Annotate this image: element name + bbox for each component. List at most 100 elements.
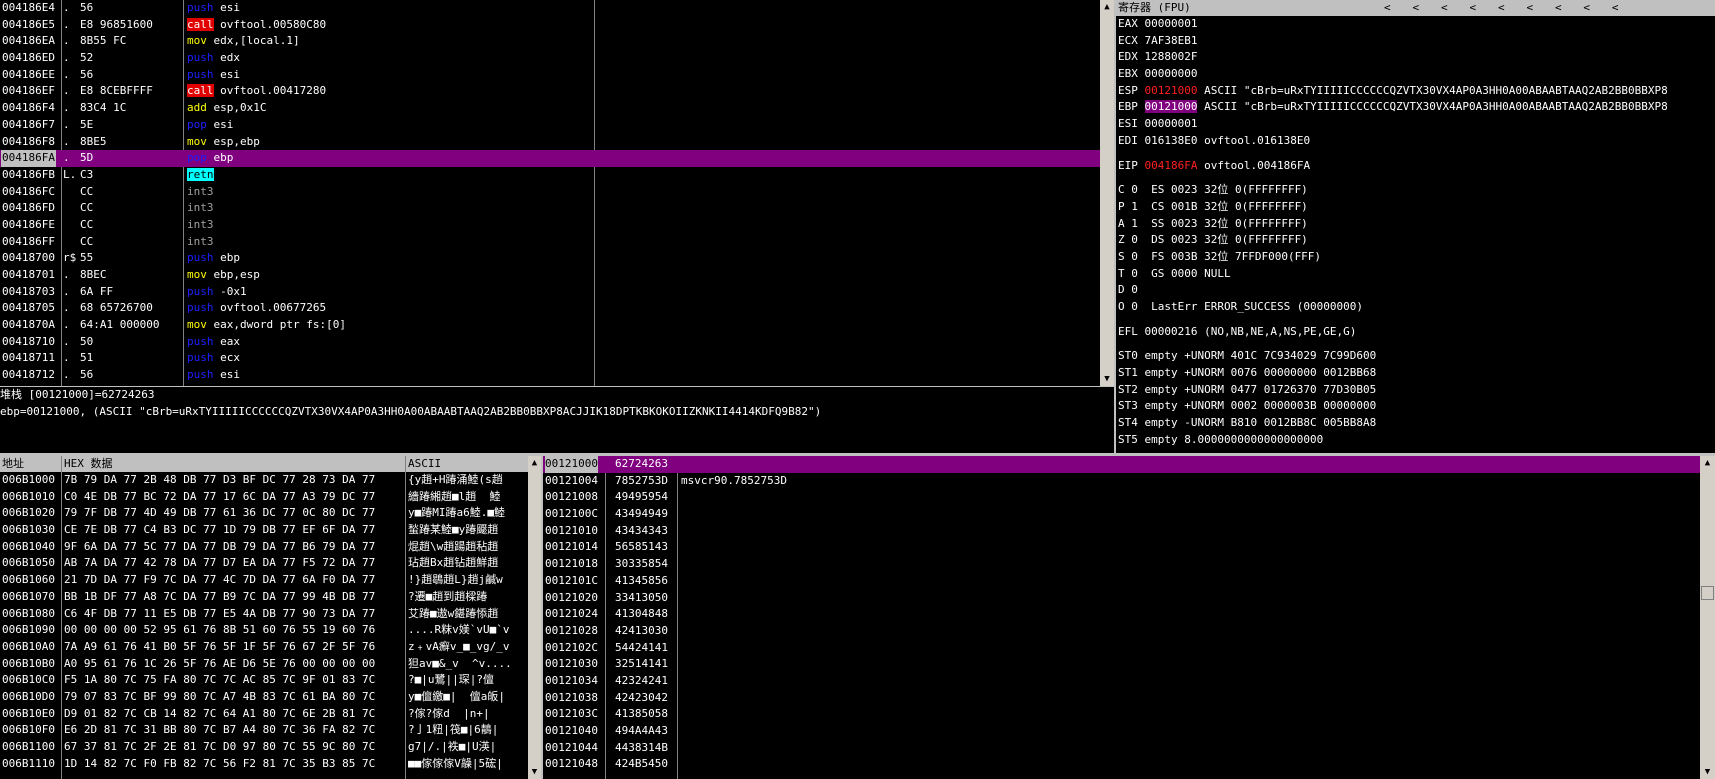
register-ebp[interactable]: EBP 00121000 ASCII "cBrb=uRxTYIIIIICCCCC…	[1118, 99, 1715, 116]
disasm-row[interactable]: 00418700 r$ 55 push ebp	[0, 250, 1100, 267]
disasm-row[interactable]: 00418712. 56 push esi	[0, 367, 1100, 384]
stack-row[interactable]: 0012100C 43494949	[543, 506, 1700, 523]
dump-row[interactable]: 006B1080 C6 4F DB 77 11 E5 DB 77 E5 4A DB…	[0, 606, 528, 623]
stack-pane[interactable]: 00121000 62724263 00121004 7852753D msvcr90.…	[543, 456, 1700, 779]
scroll-up-icon[interactable]: ▲	[1100, 0, 1114, 14]
fpu-row[interactable]: ST3 empty +UNORM 0002 0000003B 00000000	[1118, 398, 1715, 415]
disasm-row[interactable]: 004186ED. 52 push edx	[0, 50, 1100, 67]
disasm-row[interactable]: 00418711. 51 push ecx	[0, 350, 1100, 367]
stack-row[interactable]: 00121024 41304848	[543, 606, 1700, 623]
dump-row[interactable]: 006B1020 79 7F DB 77 4D 49 DB 77 61 36 DC…	[0, 505, 528, 522]
dump-row[interactable]: 006B1110 1D 14 82 7C F0 FB 82 7C 56 F2 81…	[0, 756, 528, 773]
scroll-down-icon[interactable]: ▼	[528, 765, 541, 779]
disasm-row[interactable]: 00418701. 8BEC mov ebp,esp	[0, 267, 1100, 284]
stack-row[interactable]: 00121040 494A4A43	[543, 723, 1700, 740]
register-edx[interactable]: EDX 1288002F	[1118, 49, 1715, 66]
flag-row[interactable]: C 0 ES 0023 32位 0(FFFFFFFF)	[1118, 182, 1715, 199]
stack-row[interactable]: 00121028 42413030	[543, 623, 1700, 640]
disasm-row[interactable]: 004186EE. 56 push esi	[0, 67, 1100, 84]
stack-row[interactable]: 00121010 43434343	[543, 523, 1700, 540]
info-pane[interactable]: 堆栈 [00121000]=62724263 ebp=00121000, (AS…	[0, 387, 1114, 453]
disasm-row[interactable]: 004186FD CC int3	[0, 200, 1100, 217]
dump-row[interactable]: 006B10F0 E6 2D 81 7C 31 BB 80 7C B7 A4 80…	[0, 722, 528, 739]
stack-row[interactable]: 00121018 30335854	[543, 556, 1700, 573]
stack-row[interactable]: 00121000 62724263	[543, 456, 1700, 473]
register-eip[interactable]: EIP 004186FA ovftool.004186FA	[1116, 158, 1715, 175]
disasm-row[interactable]: 004186EF. E8 8CEBFFFF call ovftool.0041728…	[0, 83, 1100, 100]
scroll-up-icon[interactable]: ▲	[528, 456, 541, 470]
dump-row[interactable]: 006B10C0 F5 1A 80 7C 75 FA 80 7C 7C AC 85…	[0, 672, 528, 689]
dump-row[interactable]: 006B1010 C0 4E DB 77 BC 72 DA 77 17 6C DA…	[0, 489, 528, 506]
register-eax[interactable]: EAX 00000001	[1118, 16, 1715, 33]
register-ecx[interactable]: ECX 7AF38EB1	[1118, 33, 1715, 50]
stack-row[interactable]: 00121014 56585143	[543, 539, 1700, 556]
fpu-row[interactable]: ST4 empty -UNORM B810 0012BB8C 005BB8A8	[1118, 415, 1715, 432]
dump-row[interactable]: 006B1070 BB 1B DF 77 A8 7C DA 77 B9 7C DA…	[0, 589, 528, 606]
fpu-row[interactable]: ST2 empty +UNORM 0477 01726370 77D30B05	[1118, 382, 1715, 399]
dump-row[interactable]: 006B10B0 A0 95 61 76 1C 26 5F 76 AE D6 5E…	[0, 656, 528, 673]
register-esp[interactable]: ESP 00121000 ASCII "cBrb=uRxTYIIIIICCCCC…	[1118, 83, 1715, 100]
flag-row[interactable]: O 0 LastErr ERROR_SUCCESS (00000000)	[1118, 299, 1715, 316]
dump-row[interactable]: 006B1050 AB 7A DA 77 42 78 DA 77 D7 EA DA…	[0, 555, 528, 572]
hex-dump-pane[interactable]: 地址 HEX 数据 ASCII 006B1000 7B 79 DA 77 2B 4…	[0, 456, 528, 779]
dump-row[interactable]: 006B10E0 D9 01 82 7C CB 14 82 7C 64 A1 80…	[0, 706, 528, 723]
disasm-row[interactable]: 00418710. 50 push eax	[0, 334, 1100, 351]
stack-row[interactable]: 00121048 424B5450	[543, 756, 1700, 773]
disasm-row[interactable]: 004186FA. 5D pop ebp	[0, 150, 1100, 167]
flag-row[interactable]: S 0 FS 003B 32位 7FFDF000(FFF)	[1118, 249, 1715, 266]
disassembly-scrollbar[interactable]: ▲ ▼	[1100, 0, 1114, 386]
disasm-row[interactable]: 004186EA. 8B55 FC mov edx,[local.1]	[0, 33, 1100, 50]
stack-row[interactable]: 00121030 32514141	[543, 656, 1700, 673]
dump-row[interactable]: 006B1100 67 37 81 7C 2F 2E 81 7C D0 97 80…	[0, 739, 528, 756]
dump-row[interactable]: 006B10D0 79 07 83 7C BF 99 80 7C A7 4B 83…	[0, 689, 528, 706]
disasm-row[interactable]: 004186F7. 5E pop esi	[0, 117, 1100, 134]
disasm-row[interactable]: 004186FB L. C3 retn	[0, 167, 1100, 184]
disasm-row[interactable]: 004186FE CC int3	[0, 217, 1100, 234]
stack-scrollbar[interactable]: ▲ ▼	[1700, 456, 1715, 779]
dump-row[interactable]: 006B1060 21 7D DA 77 F9 7C DA 77 4C 7D DA…	[0, 572, 528, 589]
scroll-up-icon[interactable]: ▲	[1700, 456, 1715, 470]
stack-row[interactable]: 00121020 33413050	[543, 590, 1700, 607]
stack-row[interactable]: 00121044 4438314B	[543, 740, 1700, 757]
register-esi[interactable]: ESI 00000001	[1118, 116, 1715, 133]
register-edi[interactable]: EDI 016138E0 ovftool.016138E0	[1118, 133, 1715, 150]
dump-row[interactable]: 006B1090 00 00 00 00 52 95 61 76 8B 51 60…	[0, 622, 528, 639]
disasm-row[interactable]: 004186E4. 56 push esi	[0, 0, 1100, 17]
disasm-row[interactable]: 004186FC CC int3	[0, 184, 1100, 201]
disasm-row[interactable]: 00418705. 68 65726700 push ovftool.0067726…	[0, 300, 1100, 317]
dump-ascii: z﹢vA癬v_■_vg/_v	[408, 639, 510, 653]
disassembly-pane[interactable]: 004186E4. 56 push esi 004186E5. E8 96851600 c…	[0, 0, 1100, 386]
dump-scrollbar[interactable]: ▲ ▼	[528, 456, 541, 779]
dump-row[interactable]: 006B1030 CE 7E DB 77 C4 B3 DC 77 1D 79 DB…	[0, 522, 528, 539]
fpu-row[interactable]: ST0 empty +UNORM 401C 7C934029 7C99D600	[1118, 348, 1715, 365]
dump-row[interactable]: 006B1000 7B 79 DA 77 2B 48 DB 77 D3 BF DC…	[0, 472, 528, 489]
disasm-row[interactable]: 004186F8. 8BE5 mov esp,ebp	[0, 134, 1100, 151]
stack-row[interactable]: 0012102C 54424141	[543, 640, 1700, 657]
disasm-row[interactable]: 00418703. 6A FF push -0x1	[0, 284, 1100, 301]
stack-row[interactable]: 0012103C 41385058	[543, 706, 1700, 723]
stack-row[interactable]: 0012101C 41345856	[543, 573, 1700, 590]
scroll-thumb[interactable]	[1701, 586, 1714, 600]
registers-pane[interactable]: 寄存器 (FPU) < < < < < < < < < EAX 00000001…	[1116, 0, 1715, 453]
flag-row[interactable]: T 0 GS 0000 NULL	[1118, 266, 1715, 283]
disasm-row[interactable]: 004186F4. 83C4 1C add esp,0x1C	[0, 100, 1100, 117]
flag-row[interactable]: Z 0 DS 0023 32位 0(FFFFFFFF)	[1118, 232, 1715, 249]
stack-row[interactable]: 00121004 7852753D msvcr90.7852753D	[543, 473, 1700, 490]
disasm-row[interactable]: 004186FF CC int3	[0, 234, 1100, 251]
fpu-row[interactable]: ST1 empty +UNORM 0076 00000000 0012BB68	[1118, 365, 1715, 382]
dump-row[interactable]: 006B1040 9F 6A DA 77 5C 77 DA 77 DB 79 DA…	[0, 539, 528, 556]
chevron-left-icon[interactable]: < < < < < < < < <	[1384, 0, 1619, 17]
dump-row[interactable]: 006B10A0 7A A9 61 76 41 B0 5F 76 5F 1F 5F…	[0, 639, 528, 656]
disasm-row[interactable]: 004186E5. E8 96851600 call ovftool.00580C8…	[0, 17, 1100, 34]
stack-row[interactable]: 00121008 49495954	[543, 489, 1700, 506]
register-ebx[interactable]: EBX 00000000	[1118, 66, 1715, 83]
flag-row[interactable]: P 1 CS 001B 32位 0(FFFFFFFF)	[1118, 199, 1715, 216]
disasm-row[interactable]: 0041870A. 64:A1 000000 mov eax,dword ptr f…	[0, 317, 1100, 334]
fpu-row[interactable]: ST5 empty 8.0000000000000000000	[1118, 432, 1715, 449]
flag-row[interactable]: D 0	[1118, 282, 1715, 299]
stack-row[interactable]: 00121034 42324241	[543, 673, 1700, 690]
stack-row[interactable]: 00121038 42423042	[543, 690, 1700, 707]
scroll-down-icon[interactable]: ▼	[1100, 372, 1114, 386]
scroll-down-icon[interactable]: ▼	[1700, 765, 1715, 779]
flag-row[interactable]: A 1 SS 0023 32位 0(FFFFFFFF)	[1118, 216, 1715, 233]
